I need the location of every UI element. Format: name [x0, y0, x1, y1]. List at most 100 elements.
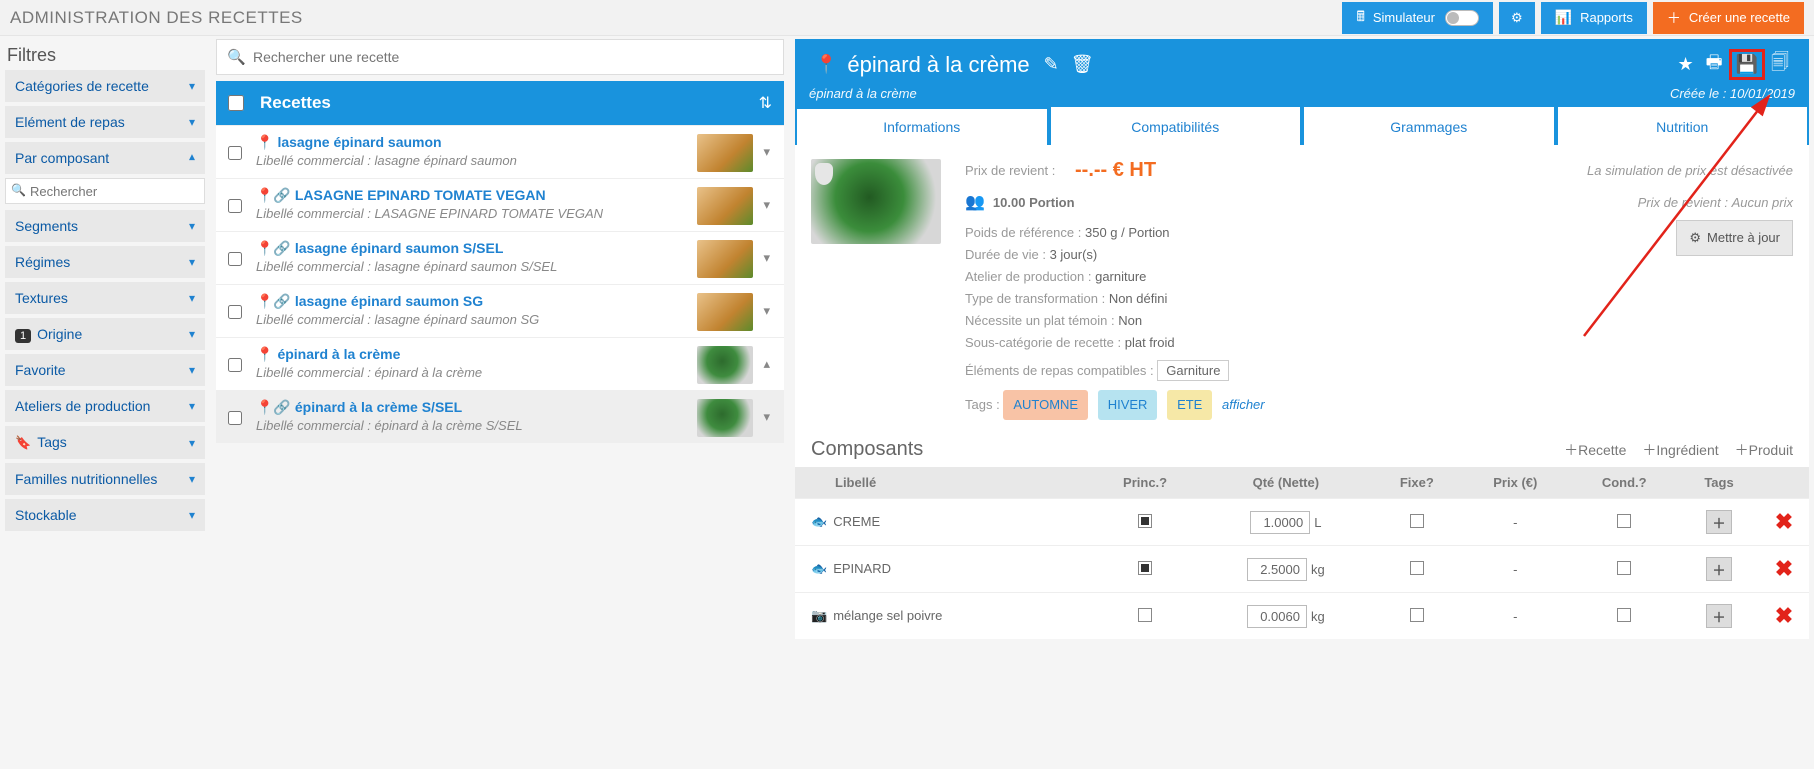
filter-el-ment-de-repas[interactable]: Elément de repas▾	[5, 106, 205, 138]
cond-checkbox[interactable]	[1617, 561, 1631, 575]
fixe-checkbox[interactable]	[1410, 561, 1424, 575]
chevron-icon[interactable]: ▾	[759, 144, 774, 160]
chevron-icon[interactable]: ▾	[759, 250, 774, 266]
elem-label: Éléments de repas compatibles :	[965, 363, 1154, 378]
recipe-search-input[interactable]	[217, 40, 783, 74]
col-cond: Cond.?	[1569, 467, 1679, 499]
add-recette[interactable]: ＋Recette	[1564, 440, 1626, 460]
add-tag-button[interactable]: ＋	[1706, 604, 1732, 628]
filter-favorite[interactable]: Favorite▾	[5, 354, 205, 386]
filter-search-input[interactable]	[5, 178, 205, 204]
filter-textures[interactable]: Textures▾	[5, 282, 205, 314]
qty-input[interactable]: 0.0060	[1247, 605, 1307, 628]
filter-cat-gories-de-recette[interactable]: Catégories de recette▾	[5, 70, 205, 102]
princ-checkbox[interactable]	[1138, 514, 1152, 528]
simulateur-button[interactable]: 🖩 Simulateur	[1342, 2, 1493, 34]
filter-label: Ateliers de production	[15, 398, 150, 414]
fixe-checkbox[interactable]	[1410, 608, 1424, 622]
cond-checkbox[interactable]	[1617, 514, 1631, 528]
add-ingredient[interactable]: ＋Ingrédient	[1642, 440, 1718, 460]
edit-icon[interactable]: ✎	[1044, 54, 1059, 75]
settings-button[interactable]: ⚙	[1499, 2, 1535, 34]
copy-icon[interactable]: 🗐	[1771, 50, 1789, 80]
delete-row-button[interactable]: ✖	[1775, 509, 1793, 534]
sort-icon[interactable]: ⇅	[759, 93, 772, 113]
elem-chip[interactable]: Garniture	[1157, 360, 1229, 381]
recipe-row[interactable]: 📍épinard à la crèmeLibellé commercial : …	[216, 337, 784, 390]
detail-created: Créée le : 10/01/2019	[1670, 86, 1795, 101]
update-label: Mettre à jour	[1707, 227, 1780, 249]
star-icon[interactable]: ★	[1677, 54, 1693, 75]
qty-input[interactable]: 2.5000	[1247, 558, 1307, 581]
update-button[interactable]: ⚙ Mettre à jour	[1676, 220, 1793, 256]
recipe-thumb	[697, 293, 753, 331]
tab-informations[interactable]: Informations	[797, 107, 1047, 145]
chevron-icon[interactable]: ▴	[759, 356, 774, 372]
qty-unit: L	[1314, 515, 1321, 530]
chevron-icon[interactable]: ▾	[759, 303, 774, 319]
pin-icon: 📍🔗	[256, 240, 291, 256]
components-header: Composants ＋Recette ＋Ingrédient ＋Produit	[795, 430, 1809, 467]
pin-icon: 📍🔗	[256, 399, 291, 415]
simulateur-toggle[interactable]	[1445, 10, 1479, 26]
recipe-row[interactable]: 📍🔗LASAGNE EPINARD TOMATE VEGANLibellé co…	[216, 178, 784, 231]
tag-ete[interactable]: ETE	[1167, 390, 1212, 420]
ingredient-icon: 🐟	[811, 514, 827, 529]
recipe-name: lasagne épinard saumon S/SEL	[295, 240, 504, 256]
pin-icon: 📍🔗	[256, 293, 291, 309]
simulateur-label: Simulateur	[1373, 10, 1435, 25]
recipe-row[interactable]: 📍🔗lasagne épinard saumon S/SELLibellé co…	[216, 231, 784, 284]
price-cell: -	[1461, 593, 1569, 640]
select-all-checkbox[interactable]	[228, 95, 244, 111]
price-cell: -	[1461, 499, 1569, 546]
recipe-row[interactable]: 📍lasagne épinard saumonLibellé commercia…	[216, 125, 784, 178]
recipe-checkbox[interactable]	[228, 252, 242, 266]
delete-row-button[interactable]: ✖	[1775, 603, 1793, 628]
filter-ateliers-de-production[interactable]: Ateliers de production▾	[5, 390, 205, 422]
qty-input[interactable]: 1.0000	[1250, 511, 1310, 534]
filter-par-composant[interactable]: Par composant▾	[5, 142, 205, 174]
recipe-checkbox[interactable]	[228, 358, 242, 372]
fixe-checkbox[interactable]	[1410, 514, 1424, 528]
recipe-list-column: Recettes ⇅ 📍lasagne épinard saumonLibell…	[210, 36, 790, 443]
recipe-image[interactable]	[811, 159, 941, 244]
create-recipe-button[interactable]: ＋ Créer une recette	[1653, 2, 1804, 34]
filter-r-gimes[interactable]: Régimes▾	[5, 246, 205, 278]
recipe-name: lasagne épinard saumon SG	[295, 293, 483, 309]
tags-more-link[interactable]: afficher	[1222, 397, 1265, 412]
princ-checkbox[interactable]	[1138, 561, 1152, 575]
component-name: CREME	[833, 514, 880, 529]
add-tag-button[interactable]: ＋	[1706, 510, 1732, 534]
recipe-checkbox[interactable]	[228, 146, 242, 160]
recipe-row[interactable]: 📍🔗lasagne épinard saumon SGLibellé comme…	[216, 284, 784, 337]
princ-checkbox[interactable]	[1138, 608, 1152, 622]
filter-stockable[interactable]: Stockable▾	[5, 499, 205, 531]
add-produit[interactable]: ＋Produit	[1735, 440, 1793, 460]
rapports-button[interactable]: 📊 Rapports	[1541, 2, 1647, 34]
info-pane: Prix de revient : --.-- € HT La simulati…	[795, 145, 1809, 430]
chevron-icon[interactable]: ▾	[759, 409, 774, 425]
recipe-checkbox[interactable]	[228, 305, 242, 319]
detail-subtitle: épinard à la crème	[809, 86, 917, 101]
tab-compatibilites[interactable]: Compatibilités	[1051, 107, 1301, 145]
recipe-list-title: Recettes	[260, 93, 759, 113]
filter-tags[interactable]: 🔖Tags▾	[5, 426, 205, 459]
tag-hiver[interactable]: HIVER	[1098, 390, 1158, 420]
tab-nutrition[interactable]: Nutrition	[1558, 107, 1808, 145]
chevron-icon[interactable]: ▾	[759, 197, 774, 213]
delete-row-button[interactable]: ✖	[1775, 556, 1793, 581]
filter-segments[interactable]: Segments▾	[5, 210, 205, 242]
revient-value: Aucun prix	[1732, 195, 1793, 210]
add-tag-button[interactable]: ＋	[1706, 557, 1732, 581]
print-icon[interactable]: 🖶	[1706, 50, 1723, 80]
tab-grammages[interactable]: Grammages	[1304, 107, 1554, 145]
delete-icon[interactable]: 🗑	[1071, 54, 1094, 75]
filter-origine[interactable]: 1Origine▾	[5, 318, 205, 350]
cond-checkbox[interactable]	[1617, 608, 1631, 622]
recipe-row[interactable]: 📍🔗épinard à la crème S/SELLibellé commer…	[216, 390, 784, 443]
recipe-checkbox[interactable]	[228, 411, 242, 425]
tag-automne[interactable]: AUTOMNE	[1003, 390, 1088, 420]
filter-familles-nutritionnelles[interactable]: Familles nutritionnelles▾	[5, 463, 205, 495]
export-icon[interactable]: 💾	[1736, 54, 1758, 75]
recipe-checkbox[interactable]	[228, 199, 242, 213]
